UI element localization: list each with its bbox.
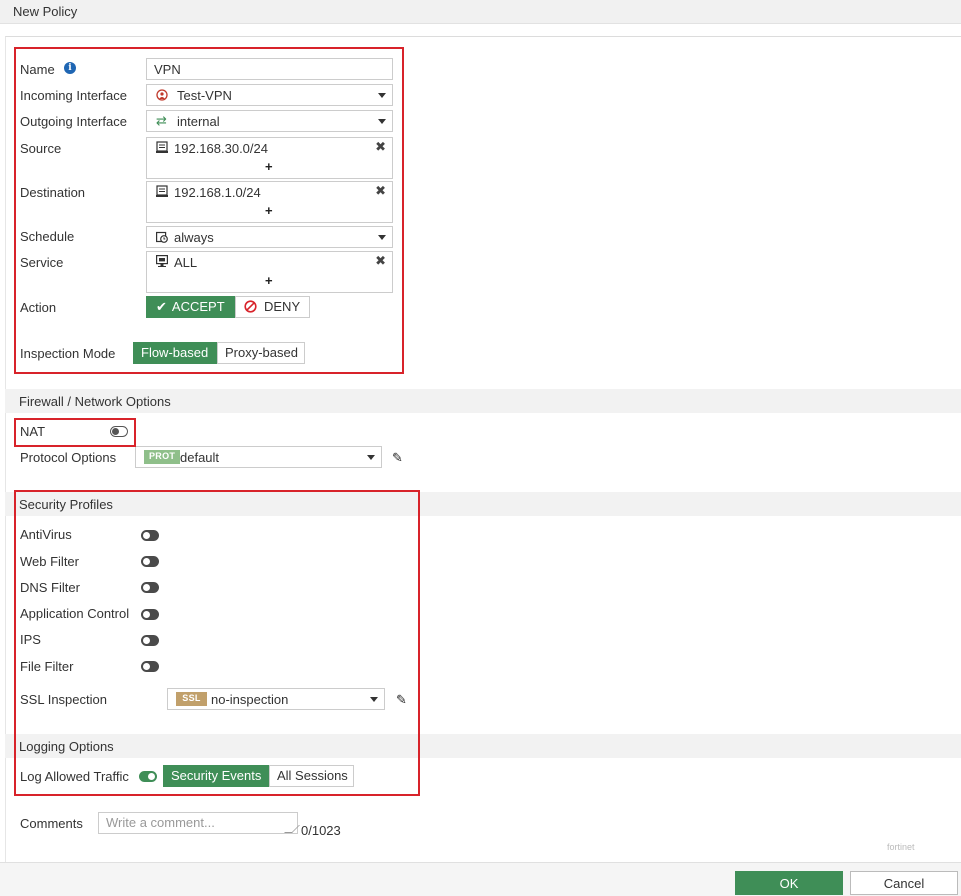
address-icon bbox=[156, 141, 168, 156]
security-events-button[interactable]: Security Events bbox=[163, 765, 270, 787]
name-input[interactable]: VPN bbox=[146, 58, 393, 80]
log-allowed-traffic-toggle[interactable] bbox=[139, 771, 157, 782]
ssl-inspection-value: no-inspection bbox=[211, 692, 289, 707]
dialog-title: New Policy bbox=[13, 4, 78, 19]
add-service-icon[interactable]: + bbox=[265, 273, 273, 288]
destination-field[interactable]: 192.168.1.0/24 ✖ + bbox=[146, 181, 393, 223]
application-control-toggle[interactable] bbox=[141, 609, 159, 620]
nat-toggle[interactable] bbox=[110, 426, 128, 437]
inspection-mode-label: Inspection Mode bbox=[20, 346, 116, 361]
add-destination-icon[interactable]: + bbox=[265, 203, 273, 218]
nat-label: NAT bbox=[20, 424, 46, 439]
chevron-down-icon bbox=[378, 235, 386, 240]
deny-icon bbox=[244, 300, 257, 316]
tunnel-interface-icon bbox=[156, 89, 168, 104]
edit-ssl-pencil-icon[interactable]: ✎ bbox=[396, 692, 407, 708]
all-sessions-button[interactable]: All Sessions bbox=[269, 765, 354, 787]
source-label: Source bbox=[20, 141, 62, 156]
checkmark-icon: ✔ bbox=[156, 299, 167, 314]
protocol-options-label: Protocol Options bbox=[20, 450, 117, 465]
file-filter-label: File Filter bbox=[20, 659, 74, 674]
chevron-down-icon bbox=[370, 697, 378, 702]
comment-character-counter: 0/1023 bbox=[301, 823, 341, 838]
proxy-based-button[interactable]: Proxy-based bbox=[217, 342, 305, 364]
source-value: 192.168.30.0/24 bbox=[174, 141, 268, 156]
info-icon[interactable]: i bbox=[64, 62, 76, 74]
source-field[interactable]: 192.168.30.0/24 ✖ + bbox=[146, 137, 393, 179]
protocol-options-select[interactable]: PROT default bbox=[135, 446, 382, 468]
chevron-down-icon bbox=[378, 119, 386, 124]
application-control-label: Application Control bbox=[20, 606, 130, 621]
incoming-interface-select[interactable]: Test-VPN bbox=[146, 84, 393, 106]
dns-filter-label: DNS Filter bbox=[20, 580, 80, 595]
web-filter-toggle[interactable] bbox=[141, 556, 159, 567]
outgoing-interface-label: Outgoing Interface bbox=[20, 114, 127, 129]
remove-service-icon[interactable]: ✖ bbox=[375, 253, 386, 269]
security-profiles-header: Security Profiles bbox=[5, 492, 961, 516]
schedule-value: always bbox=[174, 230, 214, 245]
action-label: Action bbox=[20, 300, 57, 315]
cancel-button[interactable]: Cancel bbox=[850, 871, 958, 895]
remove-destination-icon[interactable]: ✖ bbox=[375, 183, 386, 199]
comments-textarea[interactable] bbox=[98, 812, 298, 834]
flow-based-button[interactable]: Flow-based bbox=[133, 342, 217, 364]
protocol-options-value: default bbox=[180, 450, 220, 465]
comments-label: Comments bbox=[20, 816, 83, 831]
antivirus-toggle[interactable] bbox=[141, 530, 159, 541]
ssl-inspection-label: SSL Inspection bbox=[20, 692, 107, 707]
incoming-interface-label: Incoming Interface bbox=[20, 88, 127, 103]
service-icon bbox=[156, 255, 169, 270]
destination-value: 192.168.1.0/24 bbox=[174, 185, 261, 200]
deny-button[interactable]: DENY bbox=[235, 296, 310, 318]
protocol-tag-badge: PROT bbox=[144, 450, 181, 464]
dns-filter-toggle[interactable] bbox=[141, 582, 159, 593]
ips-toggle[interactable] bbox=[141, 635, 159, 646]
address-icon bbox=[156, 185, 168, 200]
schedule-select[interactable]: always bbox=[146, 226, 393, 248]
fortinet-watermark: fortinet bbox=[887, 842, 915, 852]
schedule-label: Schedule bbox=[20, 229, 75, 244]
web-filter-label: Web Filter bbox=[20, 554, 79, 569]
firewall-network-options-header: Firewall / Network Options bbox=[5, 389, 961, 413]
destination-label: Destination bbox=[20, 185, 86, 200]
antivirus-label: AntiVirus bbox=[20, 527, 72, 542]
firewall-network-options-title: Firewall / Network Options bbox=[19, 394, 171, 409]
chevron-down-icon bbox=[367, 455, 375, 460]
service-label: Service bbox=[20, 255, 64, 270]
service-field[interactable]: ALL ✖ + bbox=[146, 251, 393, 293]
logging-options-title: Logging Options bbox=[19, 739, 114, 754]
log-allowed-traffic-label: Log Allowed Traffic bbox=[20, 769, 129, 784]
dialog-titlebar: New Policy bbox=[0, 0, 961, 24]
ips-label: IPS bbox=[20, 632, 41, 647]
edit-protocol-pencil-icon[interactable]: ✎ bbox=[392, 450, 403, 466]
security-profiles-title: Security Profiles bbox=[19, 497, 113, 512]
accept-label: ACCEPT bbox=[171, 299, 225, 314]
logging-options-header: Logging Options bbox=[5, 734, 961, 758]
calendar-clock-icon bbox=[156, 231, 168, 246]
switch-interface-icon: ⇄ bbox=[156, 113, 167, 128]
service-value: ALL bbox=[174, 255, 198, 270]
ssl-inspection-select[interactable]: SSL no-inspection bbox=[167, 688, 385, 710]
name-value: VPN bbox=[154, 62, 181, 77]
ok-button[interactable]: OK bbox=[735, 871, 843, 895]
accept-button[interactable]: ✔ ACCEPT bbox=[146, 296, 235, 318]
ssl-tag-badge: SSL bbox=[176, 692, 207, 706]
file-filter-toggle[interactable] bbox=[141, 661, 159, 672]
outgoing-interface-value: internal bbox=[177, 114, 220, 129]
dialog-footer: OK Cancel bbox=[0, 862, 961, 896]
outgoing-interface-select[interactable]: ⇄ internal bbox=[146, 110, 393, 132]
incoming-interface-value: Test-VPN bbox=[177, 88, 232, 103]
add-source-icon[interactable]: + bbox=[265, 159, 273, 174]
chevron-down-icon bbox=[378, 93, 386, 98]
name-label: Name bbox=[20, 62, 55, 77]
deny-label: DENY bbox=[264, 299, 301, 314]
remove-source-icon[interactable]: ✖ bbox=[375, 139, 386, 155]
